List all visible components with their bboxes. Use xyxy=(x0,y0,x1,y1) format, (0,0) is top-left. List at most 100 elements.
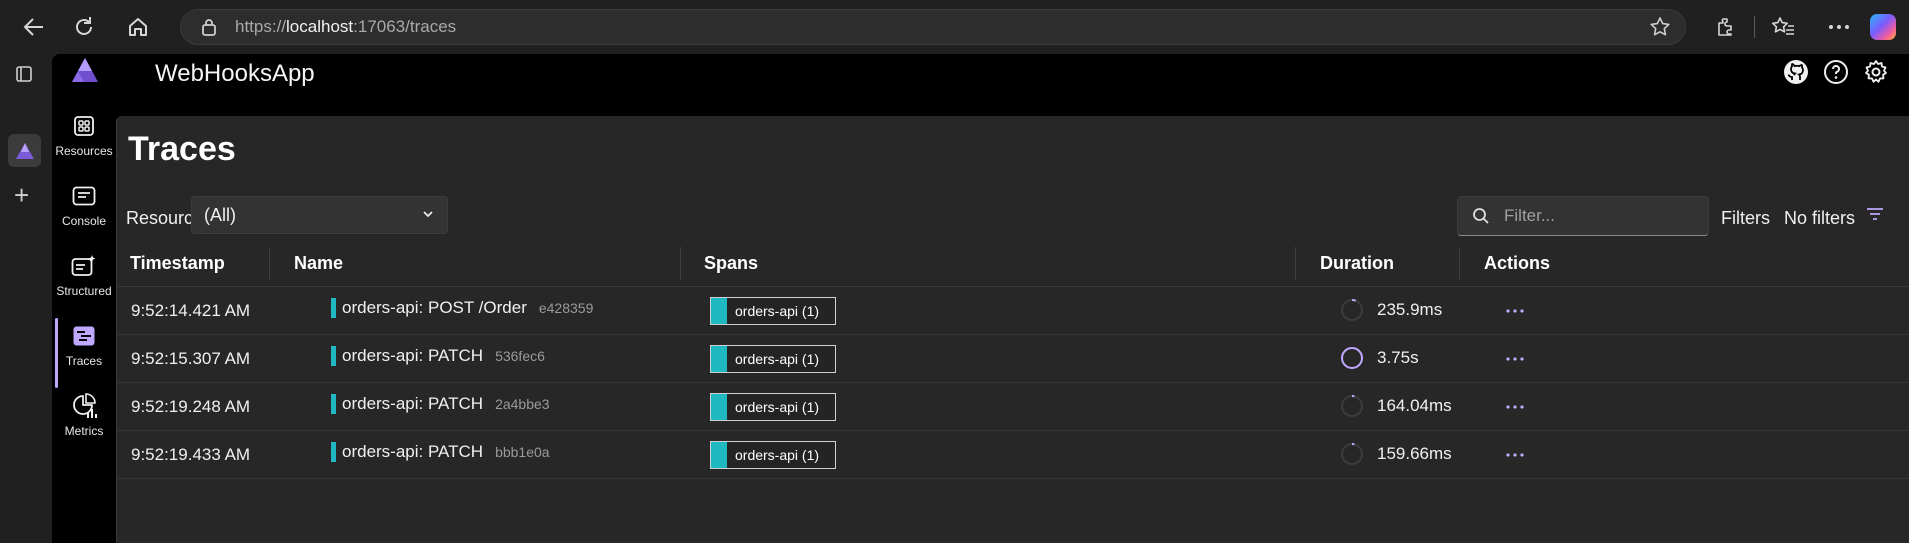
sidebar-item-resources[interactable]: Resources xyxy=(52,104,116,168)
table-row[interactable]: 9:52:15.307 AM orders-api: PATCH 536fec6… xyxy=(117,335,1909,383)
new-tab-icon[interactable]: + xyxy=(14,182,29,208)
more-options-icon[interactable] xyxy=(1817,5,1861,49)
row-actions-button[interactable] xyxy=(1500,393,1530,421)
address-bar[interactable]: https://localhost:17063/traces xyxy=(180,9,1686,45)
metrics-icon xyxy=(70,392,98,420)
table-row[interactable]: 9:52:19.433 AM orders-api: PATCH bbb1e0a… xyxy=(117,431,1909,479)
github-icon[interactable] xyxy=(1781,57,1811,87)
browser-tab-aspire[interactable] xyxy=(8,134,41,167)
span-badge-label: orders-api (1) xyxy=(735,303,820,319)
url-path: :17063/traces xyxy=(353,17,457,36)
duration-value: 3.75s xyxy=(1377,348,1419,367)
toolbar-divider xyxy=(1754,16,1755,38)
column-resize-handle[interactable] xyxy=(680,247,681,280)
span-color-marker xyxy=(331,394,336,414)
sidebar-item-structured[interactable]: Structured xyxy=(52,244,116,308)
sidebar-item-label: Console xyxy=(61,214,107,228)
span-badge-color xyxy=(711,346,727,372)
resource-select-value: (All) xyxy=(204,204,236,225)
span-badge-label: orders-api (1) xyxy=(735,447,820,463)
span-badge[interactable]: orders-api (1) xyxy=(710,393,836,421)
trace-id: 2a4bbe3 xyxy=(495,396,550,412)
duration-value: 235.9ms xyxy=(1377,300,1443,319)
duration-value: 164.04ms xyxy=(1377,396,1452,415)
span-color-marker xyxy=(331,298,336,318)
duration-ring xyxy=(1341,299,1363,321)
table-header: Timestamp Name Spans Duration Actions xyxy=(117,241,1909,287)
trace-id: 536fec6 xyxy=(495,348,545,364)
name-cell[interactable]: orders-api: POST /Order e428359 xyxy=(331,298,593,318)
table-row[interactable]: 9:52:14.421 AM orders-api: POST /Order e… xyxy=(117,287,1909,335)
header-actions xyxy=(1781,57,1891,87)
tab-actions-icon[interactable] xyxy=(14,64,34,89)
main-content: Traces Resource (All) Filters No filters… xyxy=(116,116,1909,543)
span-color-marker xyxy=(331,346,336,366)
sidebar-item-console[interactable]: Console xyxy=(52,174,116,238)
column-header-name[interactable]: Name xyxy=(294,253,343,274)
name-cell[interactable]: orders-api: PATCH 536fec6 xyxy=(331,346,545,366)
span-badge-label: orders-api (1) xyxy=(735,399,820,415)
span-badge[interactable]: orders-api (1) xyxy=(710,441,836,469)
row-actions-button[interactable] xyxy=(1500,297,1530,325)
trace-name: orders-api: PATCH xyxy=(342,442,484,461)
url-host: localhost xyxy=(286,17,354,36)
duration-ring xyxy=(1341,347,1363,369)
name-cell[interactable]: orders-api: PATCH 2a4bbe3 xyxy=(331,394,550,414)
aspire-tab-icon xyxy=(15,142,34,159)
column-header-timestamp[interactable]: Timestamp xyxy=(130,253,225,274)
favorites-icon[interactable] xyxy=(1761,5,1805,49)
extensions-icon[interactable] xyxy=(1704,5,1748,49)
trace-id: bbb1e0a xyxy=(495,444,550,460)
name-cell[interactable]: orders-api: PATCH bbb1e0a xyxy=(331,442,550,462)
duration-cell: 159.66ms xyxy=(1339,441,1452,467)
app-window: WebHooksApp Resources Console Structured… xyxy=(52,54,1909,543)
span-badge[interactable]: orders-api (1) xyxy=(710,297,836,325)
filters-status: No filters xyxy=(1784,208,1856,228)
column-resize-handle[interactable] xyxy=(1295,247,1296,280)
lock-icon xyxy=(201,18,217,36)
duration-cell: 3.75s xyxy=(1339,345,1419,371)
copilot-icon[interactable] xyxy=(1861,5,1905,49)
timestamp-cell: 9:52:14.421 AM xyxy=(131,301,251,320)
back-button[interactable] xyxy=(14,7,54,47)
sidebar-item-label: Resources xyxy=(55,144,113,158)
column-header-spans[interactable]: Spans xyxy=(704,253,758,274)
filter-input[interactable] xyxy=(1502,205,1696,227)
sidebar-item-metrics[interactable]: Metrics xyxy=(52,384,116,448)
duration-ring-track xyxy=(1341,299,1363,321)
chevron-down-icon xyxy=(421,207,435,226)
favorite-star-icon[interactable] xyxy=(1649,16,1671,43)
column-resize-handle[interactable] xyxy=(269,247,270,280)
duration-ring-fill xyxy=(1341,347,1363,369)
page-title: Traces xyxy=(128,130,236,168)
sidebar-item-label: Traces xyxy=(65,354,103,368)
app-title: WebHooksApp xyxy=(155,60,315,87)
url-protocol: https:// xyxy=(235,17,287,36)
column-header-duration[interactable]: Duration xyxy=(1320,253,1394,274)
column-resize-handle[interactable] xyxy=(1459,247,1460,280)
help-icon[interactable] xyxy=(1821,57,1851,87)
home-button[interactable] xyxy=(118,7,158,47)
filter-search-box[interactable] xyxy=(1457,196,1709,236)
sidebar-item-traces[interactable]: Traces xyxy=(52,314,116,388)
row-actions-button[interactable] xyxy=(1500,345,1530,373)
refresh-button[interactable] xyxy=(64,7,104,47)
duration-ring xyxy=(1341,395,1363,417)
resource-select[interactable]: (All) xyxy=(191,196,448,234)
browser-toolbar: https://localhost:17063/traces xyxy=(0,0,1909,54)
settings-gear-icon[interactable] xyxy=(1861,57,1891,87)
aspire-logo-icon[interactable] xyxy=(70,56,100,89)
span-badge[interactable]: orders-api (1) xyxy=(710,345,836,373)
traces-icon xyxy=(70,322,98,350)
duration-ring-track xyxy=(1341,443,1363,465)
timestamp-cell: 9:52:19.433 AM xyxy=(131,445,251,464)
duration-value: 159.66ms xyxy=(1377,444,1452,463)
row-actions-button[interactable] xyxy=(1500,441,1530,469)
resources-icon xyxy=(70,112,98,140)
span-badge-color xyxy=(711,298,727,324)
more-horizontal-icon xyxy=(1506,405,1524,409)
table-row[interactable]: 9:52:19.248 AM orders-api: PATCH 2a4bbe3… xyxy=(117,383,1909,431)
traces-table: Timestamp Name Spans Duration Actions 9:… xyxy=(117,241,1909,479)
trace-id: e428359 xyxy=(538,300,594,316)
filter-settings-icon[interactable] xyxy=(1866,206,1884,227)
